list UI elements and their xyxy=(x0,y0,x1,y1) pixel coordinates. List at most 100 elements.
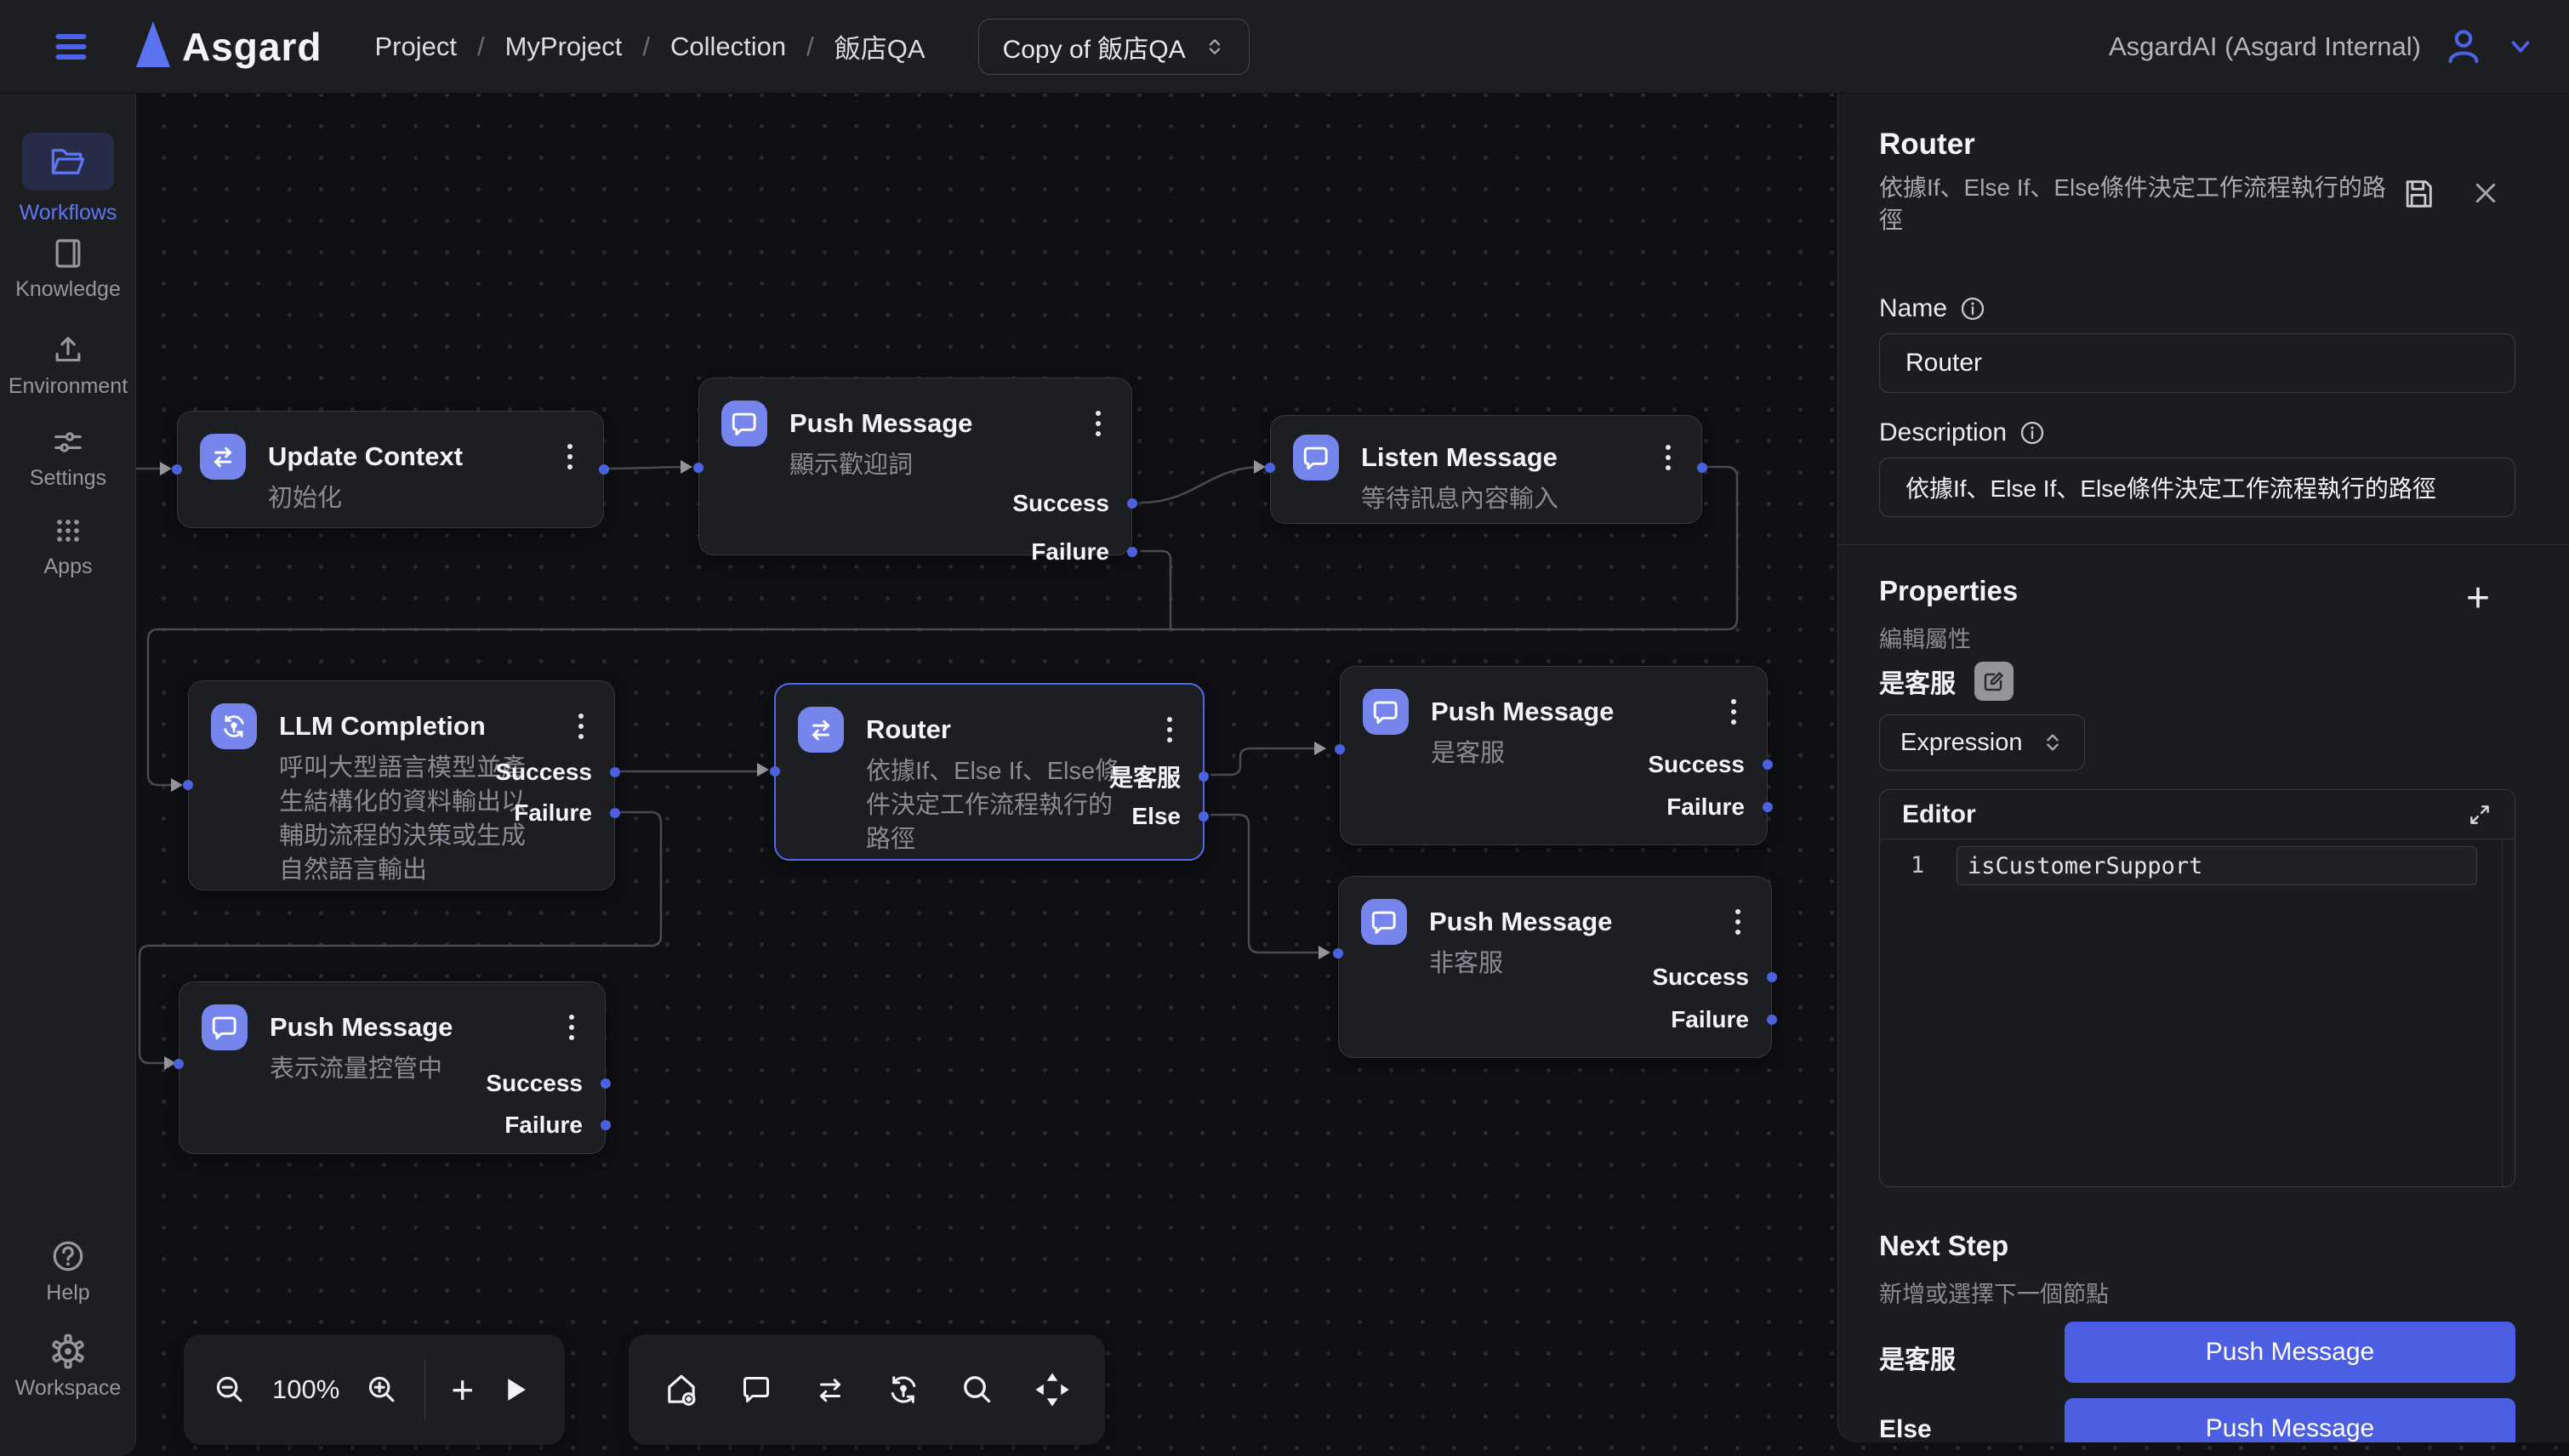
workflow-selector-value: Copy of 飯店QA xyxy=(1003,28,1186,65)
chat-bubble-icon xyxy=(1361,899,1407,945)
output-port-success[interactable] xyxy=(610,767,620,777)
node-push-message-not-cs[interactable]: Push Message 非客服 Success Failure xyxy=(1338,876,1772,1058)
description-input[interactable] xyxy=(1879,458,2515,517)
edit-property-icon[interactable] xyxy=(1974,662,2014,701)
node-menu-button[interactable] xyxy=(1719,689,1748,725)
sidebar-item-workspace[interactable]: Workspace xyxy=(0,1334,136,1401)
output-port-success[interactable] xyxy=(1767,972,1777,982)
node-update-context[interactable]: Update Context 初始化 xyxy=(177,411,604,528)
node-menu-button[interactable] xyxy=(1654,435,1683,470)
node-menu-button[interactable] xyxy=(567,703,595,739)
output-port-else[interactable] xyxy=(1199,811,1209,822)
node-menu-button[interactable] xyxy=(1723,899,1752,935)
node-menu-button[interactable] xyxy=(1155,707,1184,742)
output-port-success[interactable] xyxy=(601,1078,611,1089)
input-port[interactable] xyxy=(174,1059,184,1069)
chevron-down-icon[interactable] xyxy=(2506,32,2535,61)
sidebar-item-help[interactable]: Help xyxy=(0,1238,136,1305)
node-push-message-cs[interactable]: Push Message 是客服 Success Failure xyxy=(1340,666,1768,845)
output-port[interactable] xyxy=(599,464,609,475)
sidebar-item-workflows-label[interactable]: Workflows xyxy=(0,194,136,225)
output-port-failure[interactable] xyxy=(610,808,620,818)
llm-icon xyxy=(211,703,257,749)
output-port-failure[interactable] xyxy=(1767,1015,1777,1025)
sidebar-item-environment[interactable]: Environment xyxy=(0,333,136,399)
output-port-failure[interactable] xyxy=(601,1120,611,1130)
breadcrumb-item-collection[interactable]: Collection xyxy=(670,31,786,62)
save-icon[interactable] xyxy=(2401,177,2435,211)
node-menu-button[interactable] xyxy=(555,434,584,469)
search-icon[interactable] xyxy=(960,1372,995,1408)
properties-title: Properties xyxy=(1879,575,2018,607)
editor-code-area[interactable]: 1 isCustomerSupport xyxy=(1880,839,2515,1186)
panel-title: Router xyxy=(1879,128,1975,162)
output-label-success: Success xyxy=(495,759,592,786)
sidebar-item-knowledge[interactable]: Knowledge xyxy=(0,236,136,302)
node-subtitle: 顯示歡迎詞 xyxy=(789,448,1070,482)
upload-icon xyxy=(0,333,136,367)
input-port[interactable] xyxy=(172,464,182,475)
add-node-button[interactable]: + xyxy=(451,1367,474,1413)
sidebar-item-apps[interactable]: Apps xyxy=(0,514,136,579)
node-listen-message[interactable]: Listen Message 等待訊息內容輸入 xyxy=(1270,415,1702,524)
editor-scrollbar[interactable] xyxy=(2502,839,2503,1186)
input-port[interactable] xyxy=(1335,744,1345,754)
node-menu-button[interactable] xyxy=(557,1004,586,1040)
hamburger-menu-icon[interactable] xyxy=(53,29,92,65)
next-step-button-else[interactable]: Push Message xyxy=(2065,1398,2515,1442)
node-menu-button[interactable] xyxy=(1084,401,1113,436)
name-input[interactable] xyxy=(1879,333,2515,393)
zoom-in-icon[interactable] xyxy=(365,1373,399,1407)
next-step-label-else: Else xyxy=(1879,1415,1932,1442)
help-circle-icon xyxy=(0,1238,136,1274)
property-type-select[interactable]: Expression xyxy=(1879,714,2085,771)
property-name: 是客服 xyxy=(1879,663,1956,700)
node-llm-completion[interactable]: LLM Completion 呼叫大型語言模型並產生結構化的資料輸出以輔助流程的… xyxy=(188,680,615,890)
user-icon[interactable] xyxy=(2443,26,2484,67)
breadcrumb-item-current[interactable]: 飯店QA xyxy=(834,27,926,65)
output-label-success: Success xyxy=(1652,964,1749,991)
run-workflow-button[interactable] xyxy=(499,1374,530,1405)
breadcrumb-item-myproject[interactable]: MyProject xyxy=(505,31,623,62)
nav-account-area: AsgardAI (Asgard Internal) xyxy=(2109,26,2535,67)
output-label-failure: Failure xyxy=(1031,538,1109,566)
node-push-message-throttle[interactable]: Push Message 表示流量控管中 Success Failure xyxy=(179,981,606,1154)
output-label-is-cs: 是客服 xyxy=(1109,759,1181,793)
swap-node-icon[interactable] xyxy=(812,1372,848,1408)
next-step-button-is-cs[interactable]: Push Message xyxy=(2065,1322,2515,1383)
info-icon xyxy=(2019,419,2046,446)
node-title: Push Message xyxy=(1429,899,1723,945)
output-port-failure[interactable] xyxy=(1127,547,1137,557)
output-label-success: Success xyxy=(1012,490,1109,517)
move-select-icon[interactable] xyxy=(1034,1371,1071,1408)
output-port[interactable] xyxy=(1697,463,1707,473)
sidebar-item-settings[interactable]: Settings xyxy=(0,425,136,491)
input-port[interactable] xyxy=(1333,948,1343,958)
node-subtitle: 初始化 xyxy=(268,481,549,515)
workflow-selector-dropdown[interactable]: Copy of 飯店QA xyxy=(978,19,1250,75)
sidebar-item-workflows[interactable] xyxy=(22,133,114,191)
breadcrumb-item-project[interactable]: Project xyxy=(374,31,456,62)
input-port[interactable] xyxy=(693,463,703,473)
zoom-out-icon[interactable] xyxy=(213,1373,247,1407)
output-port-success[interactable] xyxy=(1127,498,1137,509)
message-node-icon[interactable] xyxy=(738,1372,774,1408)
output-port-failure[interactable] xyxy=(1763,802,1773,812)
add-property-button[interactable]: + xyxy=(2466,575,2490,622)
output-label-failure: Failure xyxy=(514,799,592,827)
editor-active-line[interactable]: isCustomerSupport xyxy=(1957,846,2477,885)
add-home-node-icon[interactable] xyxy=(663,1371,700,1408)
properties-subtitle: 編輯屬性 xyxy=(1879,621,1971,654)
output-port-is-cs[interactable] xyxy=(1199,771,1209,782)
node-push-message-welcome[interactable]: Push Message 顯示歡迎詞 Success Failure xyxy=(698,378,1132,555)
expand-icon[interactable] xyxy=(2467,802,2492,828)
close-icon[interactable] xyxy=(2471,179,2500,208)
input-port[interactable] xyxy=(770,766,780,776)
llm-node-icon[interactable] xyxy=(886,1372,921,1408)
input-port[interactable] xyxy=(183,780,193,790)
info-icon xyxy=(1959,295,1986,322)
node-router[interactable]: Router 依據If、Else If、Else條件決定工作流程執行的路徑 是客… xyxy=(774,683,1205,861)
left-sidebar: Workflows Knowledge Environment Settings… xyxy=(0,94,136,1456)
input-port[interactable] xyxy=(1265,463,1275,473)
output-port-success[interactable] xyxy=(1763,759,1773,770)
